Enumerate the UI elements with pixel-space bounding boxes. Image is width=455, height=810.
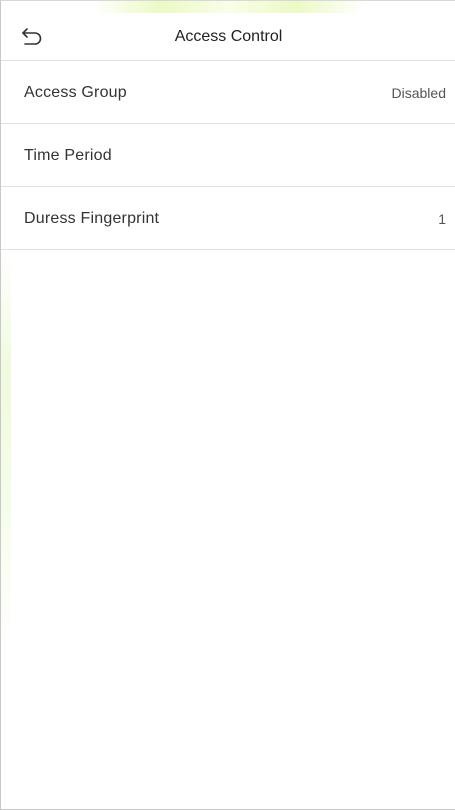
menu-item-access-group[interactable]: Access Group Disabled bbox=[1, 61, 455, 124]
menu-list: Access Group Disabled Time Period Duress… bbox=[1, 61, 455, 250]
menu-item-duress-fingerprint[interactable]: Duress Fingerprint 1 bbox=[1, 187, 455, 250]
menu-item-value: 1 bbox=[438, 211, 446, 227]
menu-item-value: Disabled bbox=[391, 85, 446, 101]
watermark-left bbox=[1, 251, 11, 651]
device-screen: Access Control Access Group Disabled Tim… bbox=[0, 0, 455, 810]
page-title: Access Control bbox=[174, 28, 283, 45]
menu-item-label: Duress Fingerprint bbox=[24, 210, 160, 227]
menu-item-label: Time Period bbox=[24, 147, 112, 164]
menu-item-label: Access Group bbox=[24, 84, 127, 101]
app-header: Access Control bbox=[1, 11, 455, 61]
menu-item-time-period[interactable]: Time Period bbox=[1, 124, 455, 187]
